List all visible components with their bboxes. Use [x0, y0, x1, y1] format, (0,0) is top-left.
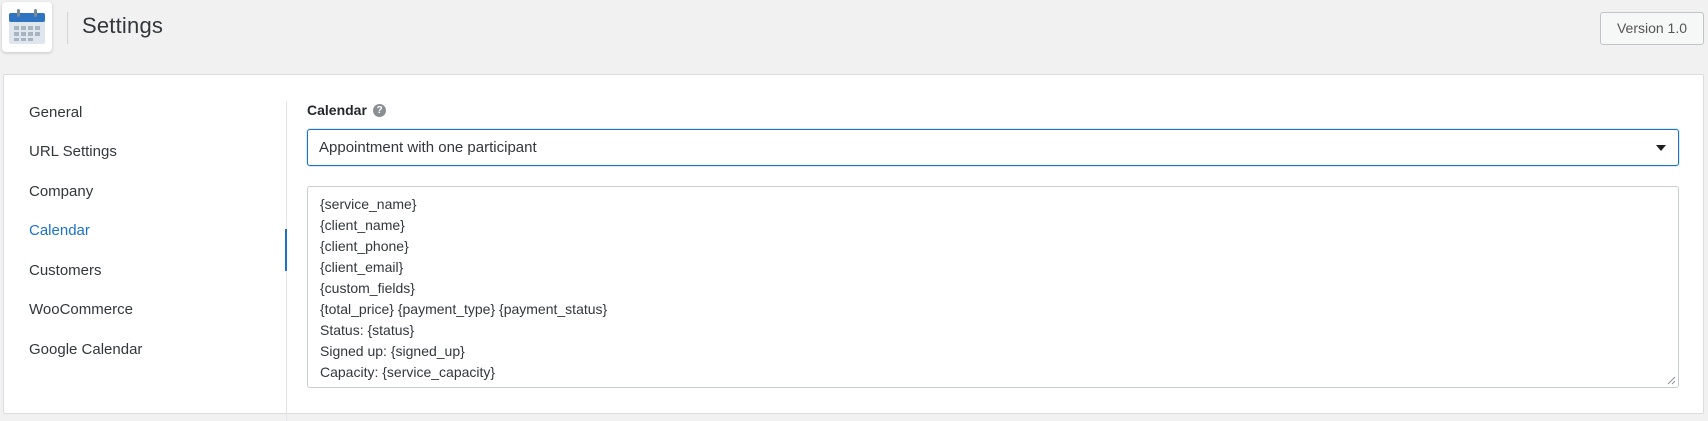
page-title: Settings: [82, 13, 164, 38]
template-line: Status: {status}: [320, 322, 415, 338]
question-circle-icon[interactable]: ?: [373, 104, 386, 117]
event-template-textarea[interactable]: {service_name} {client_name} {client_pho…: [307, 186, 1679, 388]
template-line: Capacity: {service_capacity}: [320, 364, 496, 380]
calendar-icon: [2, 2, 52, 52]
sidebar-item-customers[interactable]: Customers: [29, 262, 102, 279]
sidebar-item-general[interactable]: General: [29, 104, 82, 121]
sidebar-item-google-calendar[interactable]: Google Calendar: [29, 341, 142, 358]
version-button[interactable]: Version 1.0: [1600, 12, 1704, 45]
sidebar-item-company[interactable]: Company: [29, 183, 93, 200]
template-line: {custom_fields}: [320, 280, 415, 296]
template-line: Signed up: {signed_up}: [320, 343, 465, 359]
active-indicator: [285, 229, 287, 271]
chevron-down-icon: [1656, 145, 1666, 151]
calendar-type-selected: Appointment with one participant: [319, 139, 537, 156]
header-divider: [67, 12, 68, 44]
page-header: Settings Version 1.0: [0, 0, 1708, 74]
sidebar-item-url-settings[interactable]: URL Settings: [29, 143, 117, 160]
template-line: {client_name}: [320, 217, 405, 233]
calendar-type-select[interactable]: Appointment with one participant: [307, 129, 1679, 166]
template-line: {client_phone}: [320, 238, 409, 254]
calendar-field-label: Calendar: [307, 102, 367, 118]
sidebar-item-calendar[interactable]: Calendar: [29, 222, 90, 239]
template-line: {service_name}: [320, 196, 417, 212]
settings-panel: General URL Settings Company Calendar Cu…: [3, 74, 1704, 421]
resize-handle-icon[interactable]: [1666, 375, 1676, 385]
template-line: {client_email}: [320, 259, 404, 275]
template-line: {total_price} {payment_type} {payment_st…: [320, 301, 608, 317]
sidebar-item-woocommerce[interactable]: WooCommerce: [29, 301, 133, 318]
